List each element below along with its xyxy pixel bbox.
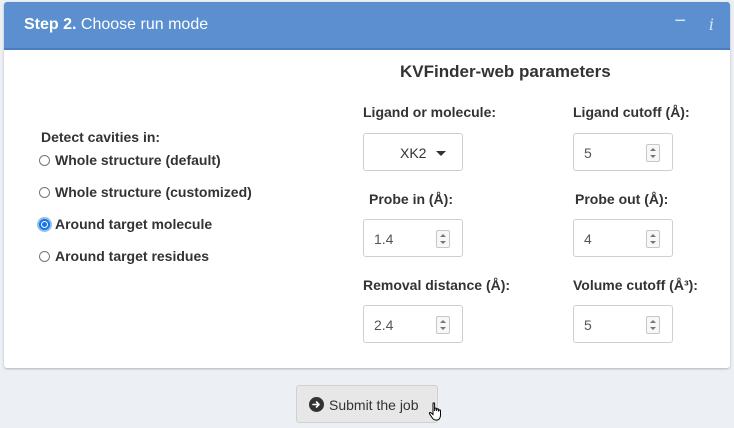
- ligand-selected-value: XK2: [400, 145, 427, 161]
- panel-title: Step 2. Choose run mode: [24, 16, 208, 34]
- spinner-icon[interactable]: [646, 230, 660, 248]
- step-title: Choose run mode: [80, 16, 209, 33]
- radio-label: Around target residues: [55, 248, 210, 264]
- step-number: Step 2.: [24, 16, 77, 33]
- radio-around-target-molecule[interactable]: Around target molecule: [39, 216, 212, 232]
- removal-distance-input[interactable]: 2.4: [363, 305, 463, 343]
- probe-out-input[interactable]: 4: [573, 219, 673, 257]
- radio-button[interactable]: [39, 186, 50, 198]
- probe-in-value: 1.4: [374, 231, 394, 247]
- spinner-icon[interactable]: [436, 230, 450, 248]
- radio-whole-structure-default[interactable]: Whole structure (default): [39, 152, 221, 168]
- radio-button[interactable]: [39, 250, 50, 262]
- ligand-select[interactable]: XK2: [363, 133, 463, 171]
- detect-cavities-label: Detect cavities in:: [41, 129, 161, 145]
- probe-in-label: Probe in (Å):: [369, 191, 453, 207]
- probe-out-value: 4: [584, 231, 592, 247]
- volume-cutoff-input[interactable]: 5: [573, 305, 673, 343]
- removal-distance-value: 2.4: [374, 317, 394, 333]
- parameters-title: KVFinder-web parameters: [400, 62, 611, 81]
- removal-distance-label: Removal distance (Å):: [363, 277, 511, 293]
- radio-label: Whole structure (customized): [55, 184, 252, 200]
- caret-down-icon: [436, 151, 446, 156]
- ligand-cutoff-value: 5: [584, 145, 592, 161]
- probe-in-input[interactable]: 1.4: [363, 219, 463, 257]
- panel-header: Step 2. Choose run mode − i: [4, 2, 730, 50]
- radio-around-target-residues[interactable]: Around target residues: [39, 248, 209, 264]
- radio-label: Whole structure (default): [55, 152, 221, 168]
- radio-button-selected[interactable]: [39, 218, 50, 230]
- spinner-icon[interactable]: [646, 316, 660, 334]
- spinner-icon[interactable]: [646, 144, 660, 162]
- arrow-circle-right-icon: [309, 397, 324, 412]
- submit-job-label: Submit the job: [329, 397, 419, 413]
- info-icon[interactable]: i: [709, 15, 714, 34]
- ligand-cutoff-input[interactable]: 5: [573, 133, 673, 171]
- spinner-icon[interactable]: [436, 316, 450, 334]
- ligand-label: Ligand or molecule:: [363, 104, 497, 120]
- volume-cutoff-value: 5: [584, 317, 592, 333]
- ligand-cutoff-label: Ligand cutoff (Å):: [573, 104, 690, 120]
- submit-job-button[interactable]: Submit the job: [296, 385, 438, 423]
- volume-cutoff-label: Volume cutoff (Å³):: [573, 277, 698, 293]
- probe-out-label: Probe out (Å):: [575, 191, 669, 207]
- minimize-icon[interactable]: −: [674, 10, 686, 33]
- radio-label: Around target molecule: [55, 216, 213, 232]
- radio-whole-structure-customized[interactable]: Whole structure (customized): [39, 184, 252, 200]
- hand-pointer-icon: [428, 402, 441, 421]
- radio-button[interactable]: [39, 154, 50, 166]
